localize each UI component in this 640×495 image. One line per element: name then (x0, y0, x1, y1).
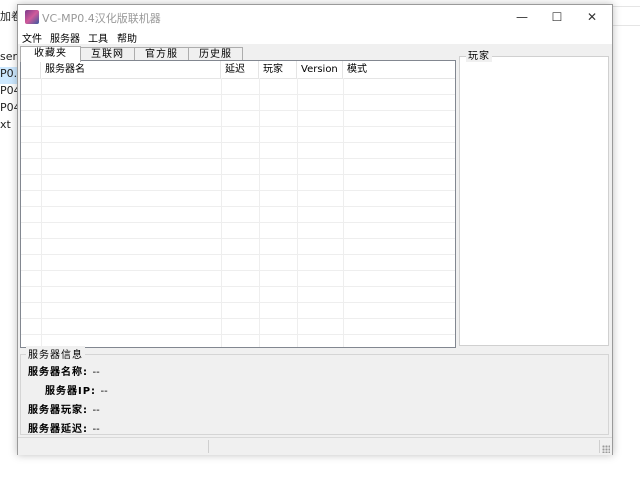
window-title: VC-MP0.4汉化版联机器 (42, 12, 161, 25)
maximize-button[interactable]: ☐ (539, 5, 575, 29)
table-row[interactable] (21, 206, 455, 223)
tab-official[interactable]: 官方服 (134, 47, 189, 61)
minimize-button[interactable]: — (504, 5, 540, 29)
table-row[interactable] (21, 158, 455, 175)
column-header-ping[interactable]: 延迟 (221, 61, 259, 78)
background-file-item-selected: P0.4 (0, 67, 18, 84)
tab-history[interactable]: 历史服 (188, 47, 243, 61)
table-row[interactable] (21, 174, 455, 191)
server-info-title: 服务器信息 (26, 346, 85, 361)
column-divider (221, 78, 222, 347)
server-list-header: 服务器名 延迟 玩家 Version 模式 (21, 61, 455, 79)
server-name-value: -- (92, 367, 100, 378)
server-ip-field: 服务器IP: -- (45, 382, 108, 397)
table-row[interactable] (21, 142, 455, 159)
tab-favorites[interactable]: 收藏夹 (20, 46, 81, 62)
column-header-mode[interactable]: 模式 (343, 61, 455, 78)
server-name-label: 服务器名称: (28, 367, 88, 378)
column-divider (343, 78, 344, 347)
column-divider (297, 78, 298, 347)
server-players-label: 服务器玩家: (28, 405, 88, 416)
server-ping-label: 服务器延迟: (28, 424, 88, 435)
background-file-item: xt (0, 118, 11, 131)
menu-server[interactable]: 服务器 (50, 30, 80, 45)
table-row[interactable] (21, 94, 455, 111)
server-info-group: 服务器信息 服务器名称: -- 服务器IP: -- 服务器玩家: -- 服务器延… (20, 346, 609, 435)
table-row[interactable] (21, 126, 455, 143)
table-row[interactable] (21, 334, 455, 347)
column-header-icon[interactable] (21, 61, 41, 78)
column-header-version[interactable]: Version (297, 61, 343, 78)
server-list[interactable]: 服务器名 延迟 玩家 Version 模式 (20, 60, 456, 348)
table-row[interactable] (21, 222, 455, 239)
players-panel-title: 玩家 (466, 47, 492, 62)
resize-grip[interactable] (602, 445, 610, 453)
menu-tools[interactable]: 工具 (88, 30, 108, 45)
table-row[interactable] (21, 270, 455, 287)
menu-bar: 文件 服务器 工具 帮助 (18, 29, 612, 45)
table-row[interactable] (21, 254, 455, 271)
status-bar (18, 437, 612, 455)
server-players-field: 服务器玩家: -- (28, 401, 100, 416)
background-file-item: P04_ (0, 101, 18, 114)
table-row[interactable] (21, 302, 455, 319)
table-row[interactable] (21, 110, 455, 127)
column-header-server-name[interactable]: 服务器名 (41, 61, 221, 78)
server-name-field: 服务器名称: -- (28, 363, 100, 378)
server-ip-value: -- (100, 386, 108, 397)
app-icon (25, 10, 39, 24)
players-panel: 玩家 (459, 47, 609, 346)
server-ping-value: -- (92, 424, 100, 435)
server-info-frame (20, 354, 609, 435)
menu-file[interactable]: 文件 (22, 30, 42, 45)
background-file-item: P04_ (0, 84, 18, 97)
background-file-list: ser P0.4 P04_ P04_ xt (0, 50, 18, 135)
status-segment (209, 440, 600, 453)
table-row[interactable] (21, 78, 455, 95)
column-divider (259, 78, 260, 347)
background-file-item: ser (0, 50, 18, 63)
players-list[interactable] (459, 56, 609, 346)
table-row[interactable] (21, 286, 455, 303)
status-segment (18, 440, 209, 453)
table-row[interactable] (21, 190, 455, 207)
server-players-value: -- (92, 405, 100, 416)
server-ip-label: 服务器IP: (45, 386, 97, 397)
tab-internet[interactable]: 互联网 (80, 47, 135, 61)
column-divider (41, 78, 42, 347)
title-bar[interactable]: VC-MP0.4汉化版联机器 — ☐ ✕ (18, 5, 612, 29)
table-row[interactable] (21, 238, 455, 255)
server-ping-field: 服务器延迟: -- (28, 420, 100, 435)
table-row[interactable] (21, 318, 455, 335)
close-button[interactable]: ✕ (574, 5, 610, 29)
main-window: VC-MP0.4汉化版联机器 — ☐ ✕ 文件 服务器 工具 帮助 收藏夹 互联… (17, 4, 613, 455)
menu-help[interactable]: 帮助 (117, 30, 137, 45)
column-header-players[interactable]: 玩家 (259, 61, 297, 78)
